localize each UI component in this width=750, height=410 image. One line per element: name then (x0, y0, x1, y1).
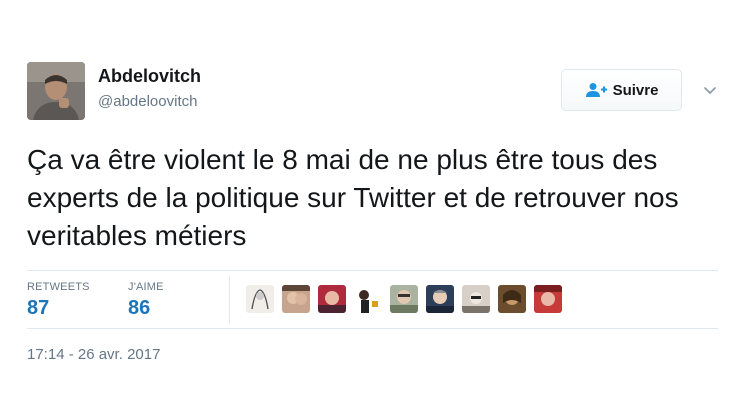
liker-avatar[interactable] (282, 285, 310, 313)
stats-divider-bottom (27, 328, 718, 329)
liker-avatar[interactable] (426, 285, 454, 313)
add-user-icon (585, 83, 607, 97)
stats-separator (229, 276, 230, 324)
liker-avatar[interactable] (534, 285, 562, 313)
likes-count[interactable]: 86 (128, 297, 150, 320)
retweets-count[interactable]: 87 (27, 297, 49, 320)
liker-avatar[interactable] (354, 285, 382, 313)
liker-avatar[interactable] (462, 285, 490, 313)
tweet-timestamp[interactable]: 17:14 - 26 avr. 2017 (27, 346, 160, 363)
tweet-text: Ça va être violent le 8 mai de ne plus ê… (27, 144, 679, 251)
avatar-image (27, 62, 85, 120)
liker-avatar[interactable] (498, 285, 526, 313)
liker-avatar[interactable] (246, 285, 274, 313)
liker-avatar[interactable] (390, 285, 418, 313)
liker-avatars (246, 285, 562, 313)
follow-button-label: Suivre (612, 81, 659, 99)
likes-label: J'AIME (128, 281, 164, 293)
follow-button[interactable]: Suivre (561, 69, 682, 111)
chevron-down-icon[interactable] (702, 82, 718, 98)
retweets-label: RETWEETS (27, 281, 90, 293)
author-name[interactable]: Abdelovitch (98, 66, 201, 87)
author-handle[interactable]: @abdeloovitch (98, 93, 197, 110)
tweet-card: Abdelovitch @abdeloovitch Suivre Ça va ê… (0, 0, 750, 410)
stats-divider-top (27, 270, 718, 271)
avatar[interactable] (27, 62, 85, 120)
liker-avatar[interactable] (318, 285, 346, 313)
